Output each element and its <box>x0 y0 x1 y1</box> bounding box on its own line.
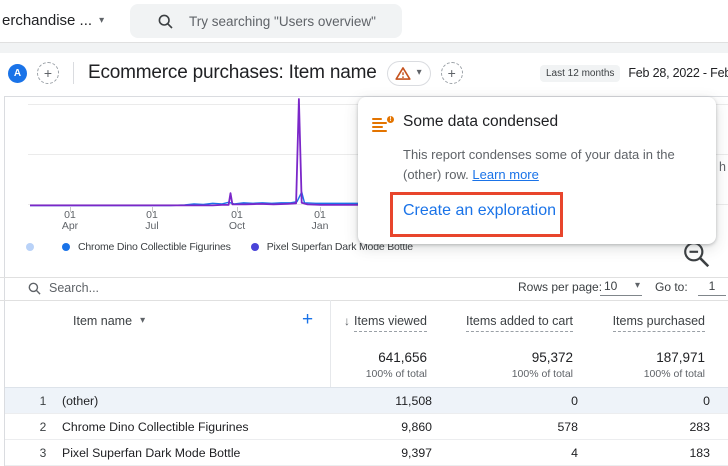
dimension-header-label: Item name <box>73 314 132 328</box>
zoom-out-button[interactable] <box>682 240 712 270</box>
chevron-down-icon: ▾ <box>140 316 145 326</box>
property-name: erchandise ... <box>2 12 92 29</box>
ga4-report-screen: erchandise ... ▾ A + Ecommerce purchases… <box>0 0 728 466</box>
row-items-viewed: 9,860 <box>262 414 432 440</box>
section-divider <box>0 277 728 278</box>
dialog-title: Some data condensed <box>403 113 558 131</box>
dimension-header[interactable]: Item name ▾ <box>73 314 145 328</box>
table-row: 3 Pixel Superfan Dark Mode Bottle 9,397 … <box>5 440 728 466</box>
avatar[interactable]: A <box>8 64 27 83</box>
chevron-down-icon: ▾ <box>99 16 104 26</box>
legend-swatch <box>251 243 259 251</box>
date-range-chip[interactable]: Last 12 months <box>540 65 620 82</box>
table-search[interactable] <box>28 281 169 295</box>
global-search[interactable] <box>130 4 402 38</box>
search-icon <box>158 14 173 29</box>
warning-icon <box>395 66 411 81</box>
rows-per-page-value: 10 <box>604 279 617 293</box>
table-top-divider <box>0 300 728 301</box>
global-search-input[interactable] <box>189 14 399 29</box>
row-items-purchased: 283 <box>540 414 710 440</box>
x-axis-label: 01Jul <box>137 210 167 232</box>
dialog-body: This report condenses some of your data … <box>403 145 708 185</box>
x-axis-label: 01Apr <box>55 210 85 232</box>
x-axis-label: 01Oct <box>222 210 252 232</box>
legend-swatch <box>26 243 34 251</box>
row-items-viewed: 11,508 <box>262 388 432 414</box>
report-header: A + Ecommerce purchases: Item name ▾ + <box>8 58 463 88</box>
header-divider <box>73 62 74 84</box>
dialog-body-line1: This report condenses some of your data … <box>403 147 675 162</box>
column-header-items-purchased[interactable]: Items purchased <box>535 314 705 328</box>
legend-item[interactable]: Chrome Dino Collectible Figurines <box>62 241 231 253</box>
date-cluster: Last 12 months Feb 28, 2022 - Feb 28 <box>540 58 728 88</box>
total-share: 100% of total <box>535 368 705 380</box>
row-items-viewed: 9,397 <box>262 440 432 466</box>
legend-item[interactable] <box>26 243 42 251</box>
subheader-band <box>0 43 728 53</box>
goto-page-input[interactable] <box>698 279 726 296</box>
obscured-text-fragment: h <box>719 160 726 174</box>
legend-label: Chrome Dino Collectible Figurines <box>78 241 231 253</box>
row-index: 1 <box>30 388 56 414</box>
property-switcher[interactable]: erchandise ... ▾ <box>2 12 104 29</box>
total-items-purchased: 187,971 <box>535 350 705 365</box>
add-comparison-button[interactable]: + <box>37 62 59 84</box>
total-items-viewed: 641,656 <box>257 350 427 365</box>
learn-more-link[interactable]: Learn more <box>472 167 538 182</box>
data-condensed-icon: ! <box>372 118 394 134</box>
magnifier-minus-icon <box>682 240 712 270</box>
chart-lines-svg <box>0 96 400 208</box>
rows-per-page-select[interactable]: 10 ▾ <box>600 279 642 296</box>
create-exploration-link[interactable]: Create an exploration <box>403 202 556 220</box>
row-items-purchased: 183 <box>540 440 710 466</box>
page-title: Ecommerce purchases: Item name <box>88 62 377 84</box>
row-items-purchased: 0 <box>540 388 710 414</box>
table-row: 2 Chrome Dino Collectible Figurines 9,86… <box>5 414 728 440</box>
total-share: 100% of total <box>257 368 427 380</box>
row-item-name: Pixel Superfan Dark Mode Bottle <box>62 440 240 466</box>
chart-legend: Chrome Dino Collectible Figurines Pixel … <box>26 239 413 255</box>
row-index: 2 <box>30 414 56 440</box>
chevron-down-icon: ▾ <box>635 281 640 291</box>
exclamation-badge: ! <box>386 115 395 124</box>
add-report-button[interactable]: + <box>441 62 463 84</box>
data-condensed-dialog: ! Some data condensed This report conden… <box>358 97 716 244</box>
table-search-input[interactable] <box>49 281 169 295</box>
x-axis-label: 01Jan <box>305 210 335 232</box>
row-item-name: Chrome Dino Collectible Figurines <box>62 414 249 440</box>
table-row: 1 (other) 11,508 0 0 <box>5 388 728 414</box>
top-bar: erchandise ... ▾ <box>0 0 728 42</box>
column-header-items-viewed[interactable]: ↓Items viewed <box>257 314 427 328</box>
date-range-text[interactable]: Feb 28, 2022 - Feb 28 <box>628 66 728 80</box>
search-icon <box>28 282 41 295</box>
sort-desc-icon: ↓ <box>344 314 350 328</box>
row-index: 3 <box>30 440 56 466</box>
legend-swatch <box>62 243 70 251</box>
dialog-body-line2: (other) row. <box>403 167 469 182</box>
data-quality-button[interactable]: ▾ <box>387 61 431 86</box>
chevron-down-icon: ▾ <box>417 68 422 78</box>
goto-label: Go to: <box>655 280 688 294</box>
row-item-name: (other) <box>62 388 98 414</box>
rows-per-page-label: Rows per page: <box>518 280 602 294</box>
